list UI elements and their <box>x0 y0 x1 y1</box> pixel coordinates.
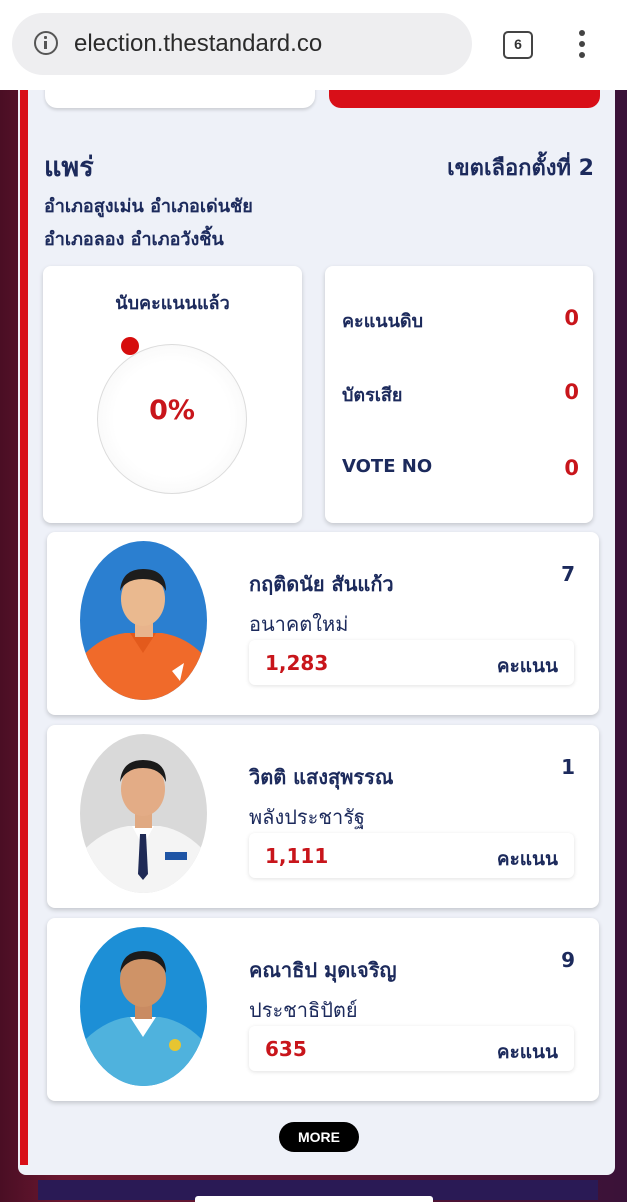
score-unit: คะแนน <box>496 848 558 870</box>
score-box: 635 คะแนน <box>249 1026 574 1071</box>
candidate-photo <box>80 541 207 700</box>
panel-accent-line <box>20 90 28 1165</box>
stat-label: บัตรเสีย <box>342 385 403 406</box>
vote-stats-card: คะแนนดิบ 0 บัตรเสีย 0 VOTE NO 0 <box>325 266 593 523</box>
tab-switcher-button[interactable]: 6 <box>503 31 533 59</box>
candidate-name: วิตติ แสงสุพรรณ <box>249 765 394 789</box>
candidate-name: คณาธิป มุดเจริญ <box>249 958 397 982</box>
province-title: แพร่ <box>44 152 94 183</box>
stat-row-invalid: บัตรเสีย 0 <box>342 380 579 410</box>
candidate-number: 1 <box>561 755 575 779</box>
stat-value: 0 <box>564 306 579 330</box>
browser-toolbar: election.thestandard.co 6 <box>0 0 627 90</box>
score-unit: คะแนน <box>496 1041 558 1063</box>
district-areas: อำเภอสูงเม่น อำเภอเด่นชัย อำเภอลอง อำเภอ… <box>44 190 253 256</box>
progress-gauge: 0% <box>97 344 247 494</box>
candidate-number: 7 <box>561 562 575 586</box>
candidate-name: กฤติดนัย สันแก้ว <box>249 572 394 596</box>
candidate-photo <box>80 734 207 893</box>
candidate-party: ประชาธิปัตย์ <box>249 998 358 1022</box>
score-value: 1,111 <box>265 844 329 868</box>
candidate-party: พลังประชารัฐ <box>249 805 365 829</box>
address-bar[interactable]: election.thestandard.co <box>12 13 472 75</box>
info-icon[interactable] <box>34 31 58 55</box>
score-value: 1,283 <box>265 651 329 675</box>
count-progress-card: นับคะแนนแล้ว 0% <box>43 266 302 523</box>
stat-row-raw: คะแนนดิบ 0 <box>342 306 579 336</box>
score-value: 635 <box>265 1037 307 1061</box>
score-unit: คะแนน <box>496 655 558 677</box>
url-text[interactable]: election.thestandard.co <box>74 30 322 58</box>
gauge-marker-dot <box>121 337 139 355</box>
score-box: 1,283 คะแนน <box>249 640 574 685</box>
candidate-card[interactable]: วิตติ แสงสุพรรณ 1 พลังประชารัฐ 1,111 คะแ… <box>47 725 599 908</box>
stat-value: 0 <box>564 380 579 404</box>
candidate-party: อนาคตใหม่ <box>249 612 349 636</box>
area-line: อำเภอสูงเม่น อำเภอเด่นชัย <box>44 196 253 217</box>
candidate-photo <box>80 927 207 1086</box>
progress-percent: 0% <box>149 395 195 426</box>
area-line: อำเภอลอง อำเภอวังชิ้น <box>44 229 224 250</box>
count-title: นับคะแนนแล้ว <box>115 293 230 314</box>
stat-value: 0 <box>564 456 579 480</box>
stat-row-vote-no: VOTE NO 0 <box>342 456 579 486</box>
stat-label: คะแนนดิบ <box>342 311 424 332</box>
candidate-card[interactable]: คณาธิป มุดเจริญ 9 ประชาธิปัตย์ 635 คะแนน <box>47 918 599 1101</box>
more-vert-icon[interactable] <box>575 30 589 62</box>
bottom-tab <box>195 1196 433 1202</box>
candidate-card[interactable]: กฤติดนัย สันแก้ว 7 อนาคตใหม่ 1,283 คะแนน <box>47 532 599 715</box>
score-box: 1,111 คะแนน <box>249 833 574 878</box>
district-label: เขตเลือกตั้งที่ 2 <box>447 156 594 181</box>
stat-label: VOTE NO <box>342 456 433 477</box>
more-button[interactable]: MORE <box>279 1122 359 1152</box>
candidate-number: 9 <box>561 948 575 972</box>
